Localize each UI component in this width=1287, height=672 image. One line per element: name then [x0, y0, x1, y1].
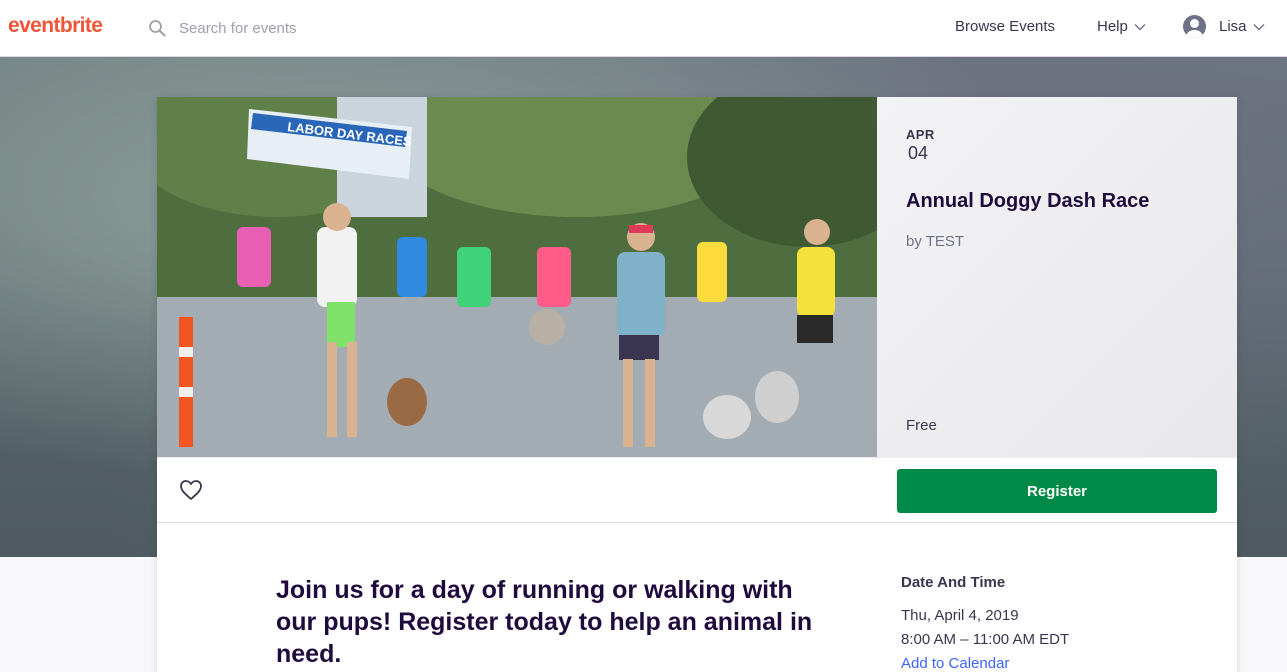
event-title: Annual Doggy Dash Race [906, 190, 1150, 212]
event-day: 04 [908, 143, 929, 163]
browse-events-link[interactable]: Browse Events [955, 18, 1055, 35]
event-summary-text: Join us for a day of running or walking … [276, 576, 813, 668]
event-time: 8:00 AM – 11:00 AM EDT [901, 631, 1070, 648]
like-button[interactable] [179, 479, 203, 506]
search-icon [148, 19, 166, 37]
event-action-bar: Register [157, 457, 1237, 523]
chevron-down-icon [1253, 18, 1265, 35]
add-to-calendar-link[interactable]: Add to Calendar [901, 655, 1009, 672]
browse-events-label: Browse Events [955, 18, 1056, 35]
event-organizer[interactable]: by TEST [906, 233, 964, 250]
user-name: Lisa [1219, 18, 1247, 35]
heart-icon [179, 480, 203, 505]
event-price: Free [906, 417, 937, 434]
user-menu[interactable]: Lisa [1183, 15, 1265, 38]
register-button[interactable]: Register [897, 469, 1217, 513]
chevron-down-icon [1134, 18, 1146, 35]
eventbrite-logo[interactable]: eventbrite [8, 14, 103, 38]
event-image: LABOR DAY RACES [157, 97, 877, 457]
help-label: Help [1097, 18, 1128, 35]
search-input[interactable] [179, 19, 479, 37]
help-menu[interactable]: Help [1097, 18, 1146, 35]
user-avatar-icon [1183, 15, 1206, 38]
event-month: APR [906, 127, 935, 142]
race-photo-illustration: LABOR DAY RACES [157, 97, 877, 457]
event-date: Thu, April 4, 2019 [901, 607, 1019, 624]
event-summary-panel: APR 04 Annual Doggy Dash Race by TEST Fr… [877, 97, 1237, 457]
search-bar[interactable] [148, 17, 479, 39]
top-nav: eventbrite Browse Events Help Lisa [0, 0, 1287, 57]
date-time-heading: Date And Time [901, 574, 1006, 591]
event-card: LABOR DAY RACES APR 04 Annual Doggy Dash… [157, 97, 1237, 672]
